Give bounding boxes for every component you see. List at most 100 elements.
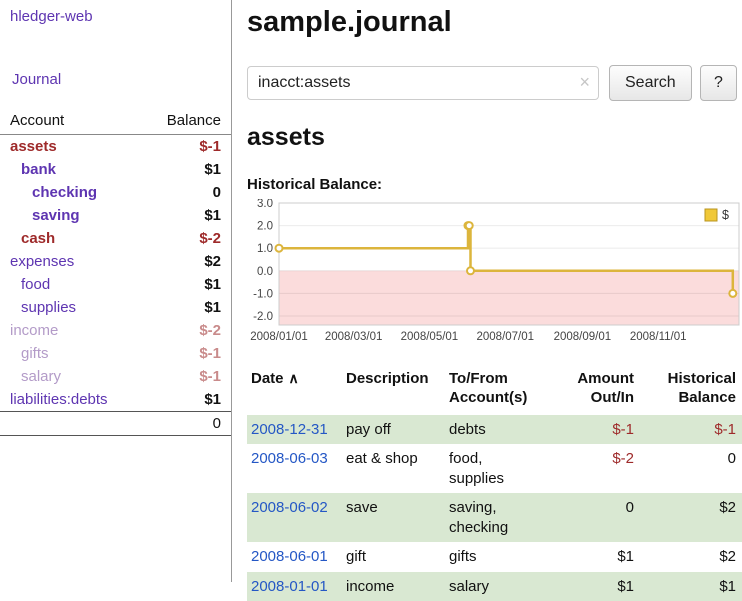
register-header-balance: Historical Balance: [640, 368, 742, 415]
account-cell: income: [0, 319, 142, 342]
account-row: income $-2: [0, 319, 231, 342]
transaction-description: income: [342, 572, 445, 601]
account-cell: assets: [0, 135, 142, 159]
transaction-date-link[interactable]: 2008-12-31: [251, 421, 328, 438]
register-header-date[interactable]: Date∧: [247, 368, 342, 415]
svg-text:1.0: 1.0: [257, 243, 273, 255]
transaction-row: 2008-06-03eat & shopfood, supplies$-20: [247, 444, 742, 493]
transaction-description: pay off: [342, 415, 445, 445]
account-balance: 0: [142, 181, 231, 204]
register-table: Date∧ Description To/From Account(s) Amo…: [247, 368, 742, 601]
sidebar: hledger-web Journal Account Balance asse…: [0, 0, 232, 582]
account-link[interactable]: salary: [10, 368, 61, 385]
accounts-header-row: Account Balance: [0, 108, 231, 135]
account-row: salary $-1: [0, 365, 231, 388]
transaction-amount: $1: [545, 572, 640, 601]
sort-ascending-icon: ∧: [289, 370, 299, 386]
transaction-row: 2008-12-31pay offdebts$-1$-1: [247, 415, 742, 445]
transaction-balance: $-1: [640, 415, 742, 445]
account-link[interactable]: checking: [10, 184, 97, 201]
account-balance: $2: [142, 250, 231, 273]
transaction-accounts: saving, checking: [445, 493, 545, 542]
search-button[interactable]: Search: [609, 65, 692, 101]
transaction-date-link[interactable]: 2008-06-02: [251, 499, 328, 516]
account-link[interactable]: liabilities:debts: [10, 391, 108, 408]
account-balance: $-2: [142, 227, 231, 250]
account-link[interactable]: income: [10, 322, 58, 339]
clear-search-icon[interactable]: ×: [579, 72, 590, 92]
transaction-accounts: debts: [445, 415, 545, 445]
account-balance: $-1: [142, 342, 231, 365]
svg-text:-2.0: -2.0: [253, 311, 273, 323]
svg-text:$: $: [722, 208, 729, 222]
help-button[interactable]: ?: [700, 65, 737, 101]
account-balance: $1: [142, 204, 231, 227]
search-box: ×: [247, 66, 599, 100]
chart-title: Historical Balance:: [247, 176, 737, 193]
account-cell: expenses: [0, 250, 142, 273]
account-link[interactable]: cash: [10, 230, 55, 247]
transaction-balance: $2: [640, 493, 742, 542]
account-balance: $-1: [142, 365, 231, 388]
account-cell: supplies: [0, 296, 142, 319]
transaction-description: eat & shop: [342, 444, 445, 493]
svg-text:-1.0: -1.0: [253, 288, 273, 300]
account-balance: $1: [142, 273, 231, 296]
transaction-balance: 0: [640, 444, 742, 493]
account-balance: $-2: [142, 319, 231, 342]
transaction-row: 2008-06-02savesaving, checking0$2: [247, 493, 742, 542]
transaction-balance: $1: [640, 572, 742, 601]
account-link[interactable]: supplies: [10, 299, 76, 316]
page-title: sample.journal: [247, 6, 737, 39]
search-input[interactable]: [247, 66, 599, 100]
account-cell: saving: [0, 204, 142, 227]
account-row: liabilities:debts$1: [0, 388, 231, 412]
transaction-date-link[interactable]: 2008-06-03: [251, 450, 328, 467]
transaction-amount: $-2: [545, 444, 640, 493]
historical-balance-chart: 3.02.01.00.0-1.0-2.02008/01/012008/03/01…: [247, 199, 737, 356]
accounts-table: Account Balance assets $-1 bank $1 checking 0…: [0, 108, 231, 436]
account-cell: salary: [0, 365, 142, 388]
account-row: saving $1: [0, 204, 231, 227]
accounts-total-row: 0: [0, 412, 231, 436]
svg-text:2008/09/01: 2008/09/01: [554, 331, 612, 343]
accounts-header-account: Account: [0, 108, 142, 135]
account-cell: bank: [0, 158, 142, 181]
account-balance: $1: [142, 158, 231, 181]
account-link[interactable]: saving: [10, 207, 80, 224]
transaction-amount: $1: [545, 542, 640, 572]
register-header-row: Date∧ Description To/From Account(s) Amo…: [247, 368, 742, 415]
account-row: cash $-2: [0, 227, 231, 250]
svg-text:2008/01/01: 2008/01/01: [250, 331, 308, 343]
account-link[interactable]: expenses: [10, 253, 74, 270]
transaction-date-cell: 2008-06-03: [247, 444, 342, 493]
account-link[interactable]: gifts: [10, 345, 49, 362]
sidebar-item-journal[interactable]: Journal: [0, 71, 231, 88]
section-title: assets: [247, 123, 737, 152]
account-row: bank $1: [0, 158, 231, 181]
transaction-date-link[interactable]: 2008-01-01: [251, 578, 328, 595]
transaction-accounts: salary: [445, 572, 545, 601]
account-link[interactable]: assets: [10, 138, 57, 155]
account-row: checking 0: [0, 181, 231, 204]
account-row: assets $-1: [0, 135, 231, 159]
account-row: gifts $-1: [0, 342, 231, 365]
account-link[interactable]: bank: [10, 161, 56, 178]
chart-canvas: 3.02.01.00.0-1.0-2.02008/01/012008/03/01…: [247, 199, 742, 351]
register-header-amount: Amount Out/In: [545, 368, 640, 415]
account-cell: food: [0, 273, 142, 296]
account-cell: checking: [0, 181, 142, 204]
account-cell: gifts: [0, 342, 142, 365]
search-row: × Search ?: [247, 65, 737, 101]
transaction-date-link[interactable]: 2008-06-01: [251, 548, 328, 565]
register-header-description: Description: [342, 368, 445, 415]
transaction-date-cell: 2008-12-31: [247, 415, 342, 445]
transaction-balance: $2: [640, 542, 742, 572]
app-title-link[interactable]: hledger-web: [0, 8, 231, 25]
main-content: sample.journal × Search ? assets Histori…: [233, 0, 742, 582]
account-balance: $-1: [142, 135, 231, 159]
account-cell: liabilities:debts: [0, 388, 142, 412]
account-row: supplies$1: [0, 296, 231, 319]
transaction-description: save: [342, 493, 445, 542]
account-link[interactable]: food: [10, 276, 50, 293]
